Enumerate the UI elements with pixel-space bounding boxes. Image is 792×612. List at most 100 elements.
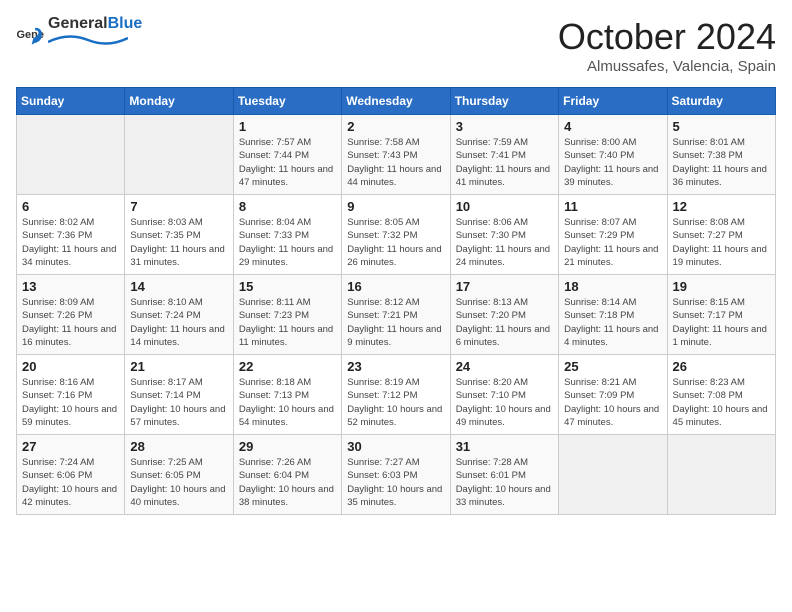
day-number: 30 bbox=[347, 439, 444, 454]
cell-info: Sunrise: 8:12 AMSunset: 7:21 PMDaylight:… bbox=[347, 296, 444, 349]
day-number: 10 bbox=[456, 199, 553, 214]
cell-info: Sunrise: 8:07 AMSunset: 7:29 PMDaylight:… bbox=[564, 216, 661, 269]
cell-info: Sunrise: 8:21 AMSunset: 7:09 PMDaylight:… bbox=[564, 376, 661, 429]
calendar-cell bbox=[17, 115, 125, 195]
day-number: 24 bbox=[456, 359, 553, 374]
calendar-cell: 3Sunrise: 7:59 AMSunset: 7:41 PMDaylight… bbox=[450, 115, 558, 195]
day-number: 22 bbox=[239, 359, 336, 374]
calendar-cell: 23 Sunrise: 8:19 AMSunset: 7:12 PMDayligh… bbox=[342, 355, 450, 435]
calendar-cell: 15 Sunrise: 8:11 AMSunset: 7:23 PMDayligh… bbox=[233, 275, 341, 355]
cell-info: Sunrise: 8:16 AMSunset: 7:16 PMDaylight:… bbox=[22, 376, 119, 429]
calendar-cell: 4 Sunrise: 8:00 AMSunset: 7:40 PMDaylight… bbox=[559, 115, 667, 195]
day-number: 20 bbox=[22, 359, 119, 374]
logo-icon: General bbox=[16, 26, 44, 48]
day-number: 21 bbox=[130, 359, 227, 374]
calendar-cell: 13Sunrise: 8:09 AMSunset: 7:26 PMDayligh… bbox=[17, 275, 125, 355]
weekday-header-thursday: Thursday bbox=[450, 88, 558, 115]
day-number: 12 bbox=[673, 199, 770, 214]
weekday-header-friday: Friday bbox=[559, 88, 667, 115]
cell-info: Sunrise: 8:20 AMSunset: 7:10 PMDaylight:… bbox=[456, 376, 553, 429]
cell-info: Sunrise: 8:19 AMSunset: 7:12 PMDaylight:… bbox=[347, 376, 444, 429]
day-number: 4 bbox=[564, 119, 661, 134]
cell-info: Sunrise: 8:09 AMSunset: 7:26 PMDaylight:… bbox=[22, 296, 119, 349]
day-number: 14 bbox=[130, 279, 227, 294]
calendar-week-1: 1 Sunrise: 7:57 AMSunset: 7:44 PMDaylight… bbox=[17, 115, 776, 195]
cell-info: Sunrise: 8:04 AMSunset: 7:33 PMDaylight:… bbox=[239, 216, 336, 269]
calendar-cell bbox=[667, 435, 775, 515]
calendar-body: 1 Sunrise: 7:57 AMSunset: 7:44 PMDaylight… bbox=[17, 115, 776, 515]
calendar-cell: 27 Sunrise: 7:24 AMSunset: 6:06 PMDayligh… bbox=[17, 435, 125, 515]
logo-swoosh bbox=[48, 32, 128, 52]
cell-info: Sunrise: 8:01 AMSunset: 7:38 PMDaylight:… bbox=[673, 136, 770, 189]
day-number: 28 bbox=[130, 439, 227, 454]
calendar-week-4: 20 Sunrise: 8:16 AMSunset: 7:16 PMDayligh… bbox=[17, 355, 776, 435]
calendar-cell: 19 Sunrise: 8:15 AMSunset: 7:17 PMDayligh… bbox=[667, 275, 775, 355]
calendar-cell: 5Sunrise: 8:01 AMSunset: 7:38 PMDaylight… bbox=[667, 115, 775, 195]
cell-info: Sunrise: 7:57 AMSunset: 7:44 PMDaylight:… bbox=[239, 136, 336, 189]
weekday-header-wednesday: Wednesday bbox=[342, 88, 450, 115]
calendar-week-3: 13Sunrise: 8:09 AMSunset: 7:26 PMDayligh… bbox=[17, 275, 776, 355]
cell-info: Sunrise: 8:05 AMSunset: 7:32 PMDaylight:… bbox=[347, 216, 444, 269]
calendar-cell: 12 Sunrise: 8:08 AMSunset: 7:27 PMDayligh… bbox=[667, 195, 775, 275]
day-number: 27 bbox=[22, 439, 119, 454]
calendar-cell: 2Sunrise: 7:58 AMSunset: 7:43 PMDaylight… bbox=[342, 115, 450, 195]
calendar-week-5: 27 Sunrise: 7:24 AMSunset: 6:06 PMDayligh… bbox=[17, 435, 776, 515]
day-number: 7 bbox=[130, 199, 227, 214]
cell-info: Sunrise: 8:17 AMSunset: 7:14 PMDaylight:… bbox=[130, 376, 227, 429]
calendar-cell: 6 Sunrise: 8:02 AMSunset: 7:36 PMDaylight… bbox=[17, 195, 125, 275]
cell-info: Sunrise: 8:02 AMSunset: 7:36 PMDaylight:… bbox=[22, 216, 119, 269]
cell-info: Sunrise: 7:27 AMSunset: 6:03 PMDaylight:… bbox=[347, 456, 444, 509]
calendar-cell: 30 Sunrise: 7:27 AMSunset: 6:03 PMDayligh… bbox=[342, 435, 450, 515]
cell-info: Sunrise: 8:13 AMSunset: 7:20 PMDaylight:… bbox=[456, 296, 553, 349]
cell-info: Sunrise: 8:11 AMSunset: 7:23 PMDaylight:… bbox=[239, 296, 336, 349]
month-title: October 2024 bbox=[558, 16, 776, 58]
day-number: 15 bbox=[239, 279, 336, 294]
header: General GeneralBlue October 2024 Almussa… bbox=[16, 16, 776, 75]
calendar-cell: 9 Sunrise: 8:05 AMSunset: 7:32 PMDaylight… bbox=[342, 195, 450, 275]
calendar-cell: 10Sunrise: 8:06 AMSunset: 7:30 PMDayligh… bbox=[450, 195, 558, 275]
day-number: 26 bbox=[673, 359, 770, 374]
day-number: 1 bbox=[239, 119, 336, 134]
logo-blue: Blue bbox=[108, 15, 143, 32]
cell-info: Sunrise: 7:24 AMSunset: 6:06 PMDaylight:… bbox=[22, 456, 119, 509]
calendar-cell: 18Sunrise: 8:14 AMSunset: 7:18 PMDayligh… bbox=[559, 275, 667, 355]
day-number: 6 bbox=[22, 199, 119, 214]
day-number: 11 bbox=[564, 199, 661, 214]
calendar-cell: 24 Sunrise: 8:20 AMSunset: 7:10 PMDayligh… bbox=[450, 355, 558, 435]
calendar-cell: 25 Sunrise: 8:21 AMSunset: 7:09 PMDayligh… bbox=[559, 355, 667, 435]
cell-info: Sunrise: 8:03 AMSunset: 7:35 PMDaylight:… bbox=[130, 216, 227, 269]
day-number: 8 bbox=[239, 199, 336, 214]
cell-info: Sunrise: 7:25 AMSunset: 6:05 PMDaylight:… bbox=[130, 456, 227, 509]
day-number: 16 bbox=[347, 279, 444, 294]
calendar-cell: 28 Sunrise: 7:25 AMSunset: 6:05 PMDayligh… bbox=[125, 435, 233, 515]
logo-general: General bbox=[48, 15, 108, 32]
day-number: 23 bbox=[347, 359, 444, 374]
calendar-table: SundayMondayTuesdayWednesdayThursdayFrid… bbox=[16, 87, 776, 515]
cell-info: Sunrise: 8:15 AMSunset: 7:17 PMDaylight:… bbox=[673, 296, 770, 349]
cell-info: Sunrise: 8:10 AMSunset: 7:24 PMDaylight:… bbox=[130, 296, 227, 349]
title-area: October 2024 Almussafes, Valencia, Spain bbox=[558, 16, 776, 75]
calendar-cell: 17 Sunrise: 8:13 AMSunset: 7:20 PMDayligh… bbox=[450, 275, 558, 355]
day-number: 2 bbox=[347, 119, 444, 134]
weekday-header-row: SundayMondayTuesdayWednesdayThursdayFrid… bbox=[17, 88, 776, 115]
cell-info: Sunrise: 8:18 AMSunset: 7:13 PMDaylight:… bbox=[239, 376, 336, 429]
cell-info: Sunrise: 8:00 AMSunset: 7:40 PMDaylight:… bbox=[564, 136, 661, 189]
calendar-cell bbox=[559, 435, 667, 515]
day-number: 19 bbox=[673, 279, 770, 294]
day-number: 25 bbox=[564, 359, 661, 374]
cell-info: Sunrise: 7:26 AMSunset: 6:04 PMDaylight:… bbox=[239, 456, 336, 509]
day-number: 17 bbox=[456, 279, 553, 294]
location-title: Almussafes, Valencia, Spain bbox=[558, 58, 776, 75]
logo: General GeneralBlue bbox=[16, 16, 142, 57]
weekday-header-monday: Monday bbox=[125, 88, 233, 115]
cell-info: Sunrise: 8:23 AMSunset: 7:08 PMDaylight:… bbox=[673, 376, 770, 429]
calendar-cell: 26 Sunrise: 8:23 AMSunset: 7:08 PMDayligh… bbox=[667, 355, 775, 435]
weekday-header-saturday: Saturday bbox=[667, 88, 775, 115]
weekday-header-sunday: Sunday bbox=[17, 88, 125, 115]
calendar-cell: 11 Sunrise: 8:07 AMSunset: 7:29 PMDayligh… bbox=[559, 195, 667, 275]
cell-info: Sunrise: 8:08 AMSunset: 7:27 PMDaylight:… bbox=[673, 216, 770, 269]
calendar-cell: 8 Sunrise: 8:04 AMSunset: 7:33 PMDaylight… bbox=[233, 195, 341, 275]
day-number: 9 bbox=[347, 199, 444, 214]
calendar-week-2: 6 Sunrise: 8:02 AMSunset: 7:36 PMDaylight… bbox=[17, 195, 776, 275]
weekday-header-tuesday: Tuesday bbox=[233, 88, 341, 115]
